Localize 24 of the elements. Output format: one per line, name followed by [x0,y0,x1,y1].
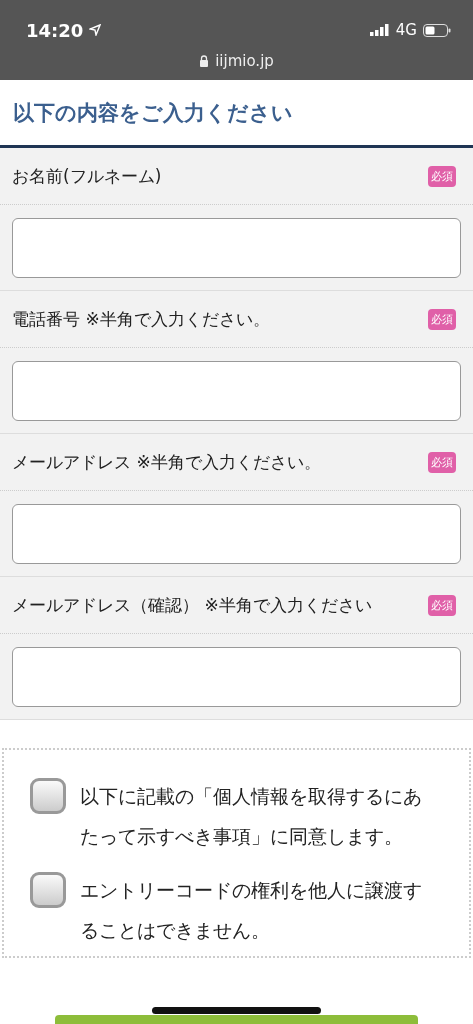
required-badge: 必須 [428,451,456,473]
field-label: お名前(フルネーム) [12,164,162,188]
agreement-text: エントリーコードの権利を他人に譲渡することはできません。 [80,878,423,943]
required-badge: 必須 [428,594,456,616]
url-text[interactable]: iijmio.jp [215,52,274,70]
signal-icon [369,24,390,36]
status-time: 14:20 [26,19,84,41]
input-field[interactable] [12,503,461,564]
input-field[interactable] [12,360,461,421]
required-badge: 必須 [428,308,456,330]
checkbox[interactable] [30,778,66,814]
page-title: 以下の内容をご入力ください [13,99,293,127]
input-field[interactable] [12,217,461,278]
input-field[interactable] [12,646,461,707]
checkbox[interactable] [30,872,66,908]
field-label: メールアドレス（確認） ※半角で入力ください [12,593,372,617]
field-label: 電話番号 ※半角で入力ください。 [12,307,270,331]
network-label: 4G [395,21,417,39]
lock-icon [199,55,210,67]
agreement-text: 以下に記載の「個人情報を取得するにあたって示すべき事項」に同意します。 [80,784,423,849]
field-label: メールアドレス ※半角で入力ください。 [12,450,321,474]
required-badge: 必須 [428,165,456,187]
location-arrow-icon [89,24,102,36]
battery-icon [423,23,451,37]
